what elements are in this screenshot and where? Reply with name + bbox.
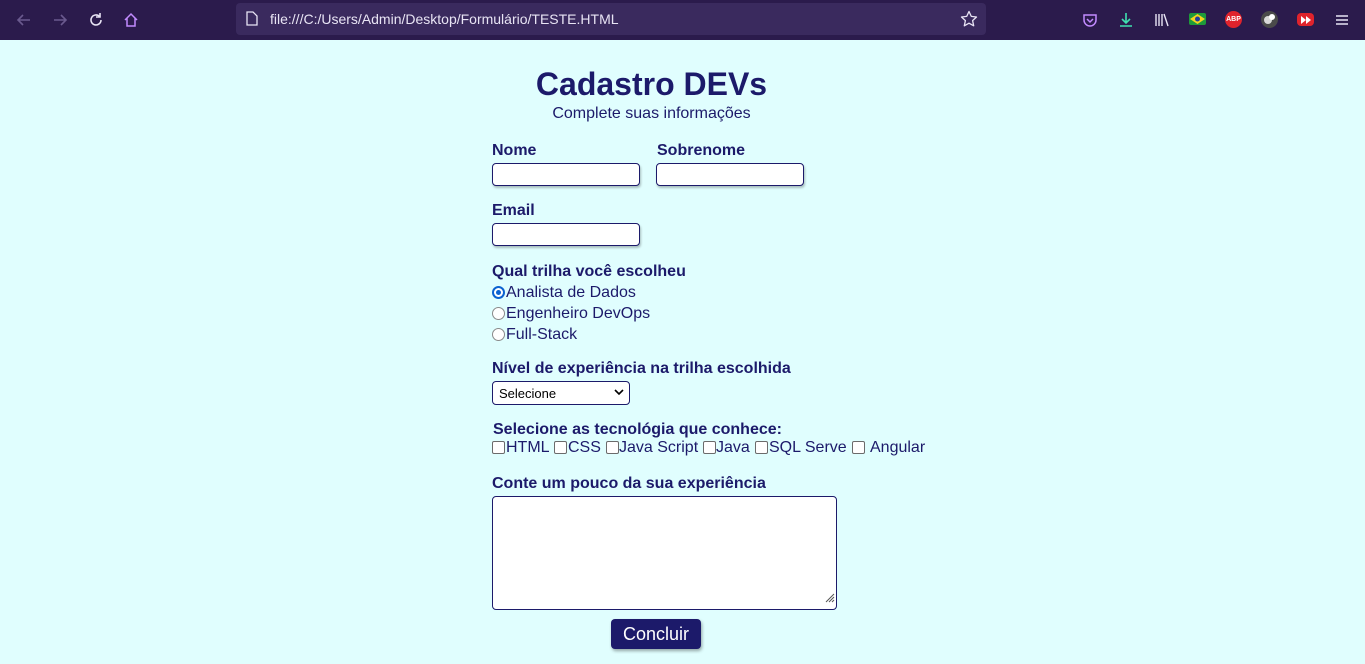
- library-icon[interactable]: [1150, 8, 1174, 32]
- downloads-icon[interactable]: [1114, 8, 1138, 32]
- video-speed-icon[interactable]: [1297, 13, 1314, 26]
- address-bar[interactable]: file:///C:/Users/Admin/Desktop/Formulári…: [236, 3, 986, 35]
- email-input[interactable]: [492, 223, 640, 246]
- chevron-down-icon: [613, 386, 625, 401]
- nivel-label: Nível de experiência na trilha escolhida: [492, 360, 791, 377]
- home-icon[interactable]: [119, 8, 143, 32]
- experiencia-label: Conte um pouco da sua experiência: [492, 475, 766, 492]
- browser-toolbar: file:///C:/Users/Admin/Desktop/Formulári…: [0, 0, 1365, 40]
- checkbox-label-java-script: Java Script: [619, 439, 699, 456]
- radio-label-full-stack: Full-Stack: [506, 326, 578, 343]
- checkbox-html[interactable]: [492, 441, 505, 454]
- radio-full-stack[interactable]: [492, 328, 505, 341]
- email-label: Email: [492, 202, 535, 219]
- nome-label: Nome: [492, 142, 537, 159]
- brazil-flag-icon[interactable]: [1189, 13, 1206, 25]
- forward-arrow-icon[interactable]: [48, 8, 72, 32]
- checkbox-label-sql-serve: SQL Serve: [769, 439, 847, 456]
- nome-input[interactable]: [492, 163, 640, 186]
- nivel-select[interactable]: Selecione: [492, 381, 630, 405]
- radio-analista-dados[interactable]: [492, 286, 505, 299]
- concluir-button[interactable]: Concluir: [611, 619, 701, 649]
- checkbox-label-java: Java: [716, 439, 750, 456]
- radio-engenheiro-devops[interactable]: [492, 307, 505, 320]
- back-arrow-icon[interactable]: [12, 8, 36, 32]
- checkbox-css[interactable]: [554, 441, 567, 454]
- resize-grip-icon[interactable]: [823, 590, 835, 608]
- pocket-icon[interactable]: [1078, 8, 1102, 32]
- sobrenome-input[interactable]: [656, 163, 804, 186]
- url-text: file:///C:/Users/Admin/Desktop/Formulári…: [270, 11, 619, 27]
- checkbox-java[interactable]: [703, 441, 716, 454]
- page-subtitle: Complete suas informações: [552, 105, 751, 122]
- adblock-plus-icon[interactable]: ABP: [1225, 11, 1242, 28]
- extension-icon[interactable]: [1261, 11, 1278, 28]
- checkbox-sql-serve[interactable]: [755, 441, 768, 454]
- experiencia-textarea[interactable]: [492, 496, 837, 610]
- trilha-label: Qual trilha você escolheu: [492, 263, 686, 280]
- adblock-label: ABP: [1226, 16, 1241, 23]
- sobrenome-label: Sobrenome: [657, 142, 746, 159]
- radio-label-engenheiro-devops: Engenheiro DevOps: [506, 305, 651, 322]
- radio-label-analista-dados: Analista de Dados: [506, 284, 636, 301]
- reload-icon[interactable]: [84, 8, 108, 32]
- nivel-select-value: Selecione: [499, 386, 557, 401]
- checkbox-label-angular: Angular: [870, 439, 926, 456]
- page-icon: [246, 11, 258, 31]
- bookmark-star-icon[interactable]: [960, 10, 978, 33]
- checkbox-label-css: CSS: [568, 439, 601, 456]
- tecnologias-label: Selecione as tecnológia que conhece:: [493, 421, 782, 438]
- menu-icon[interactable]: [1330, 8, 1354, 32]
- page-title: Cadastro DEVs: [535, 66, 768, 102]
- checkbox-angular[interactable]: [852, 441, 865, 454]
- checkbox-java-script[interactable]: [606, 441, 619, 454]
- checkbox-label-html: HTML: [506, 439, 550, 456]
